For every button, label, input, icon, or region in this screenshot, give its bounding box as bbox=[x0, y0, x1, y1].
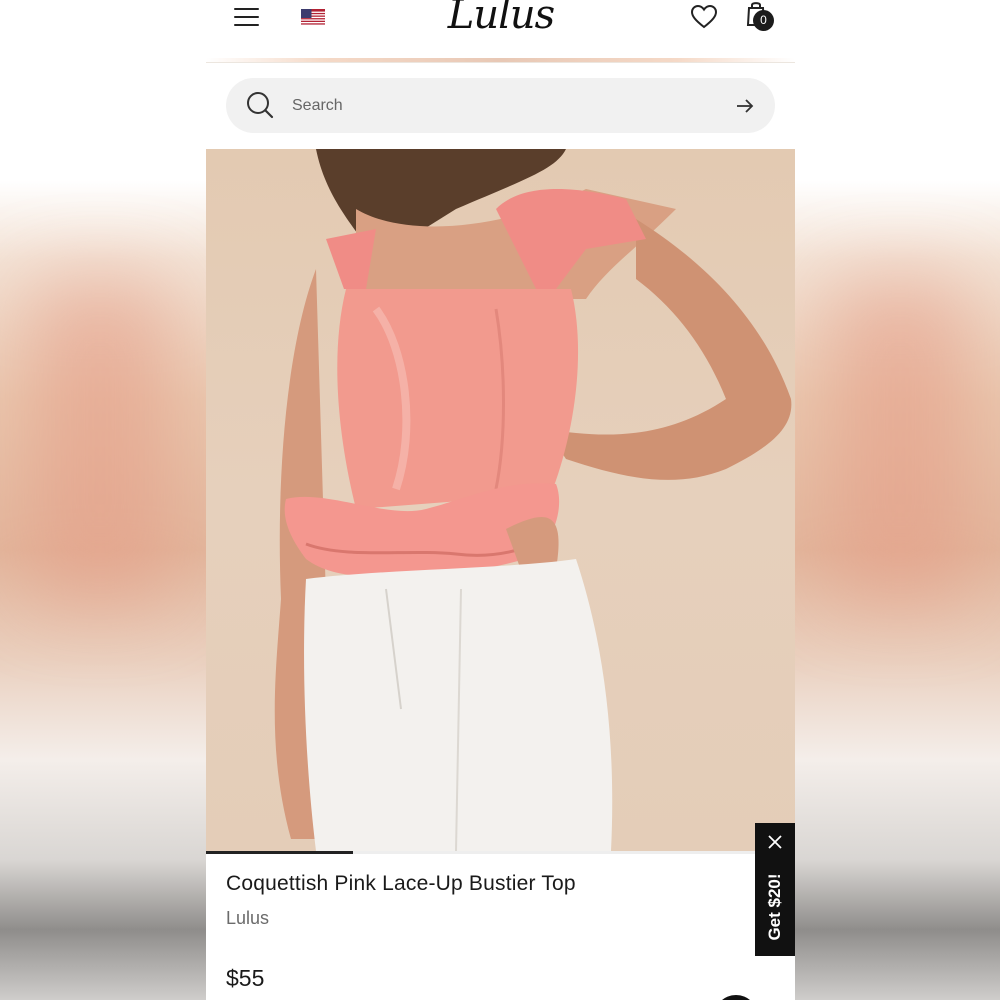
lulus-logo[interactable]: Lulus bbox=[446, 0, 556, 40]
promo-banner-strip bbox=[206, 58, 795, 62]
background-glow-right bbox=[830, 280, 970, 600]
us-flag-icon[interactable] bbox=[301, 9, 325, 26]
promo-label[interactable]: Get $20! bbox=[763, 849, 787, 965]
product-photo-illustration bbox=[274, 149, 792, 851]
image-carousel-indicator bbox=[206, 851, 795, 854]
product-price: $55 bbox=[226, 965, 265, 991]
promo-tab[interactable]: Get $20! bbox=[755, 823, 795, 956]
heart-icon[interactable] bbox=[690, 4, 718, 30]
close-icon[interactable] bbox=[768, 835, 782, 849]
site-header: Lulus 0 bbox=[206, 0, 795, 63]
product-title[interactable]: Coquettish Pink Lace-Up Bustier Top bbox=[226, 872, 746, 896]
search-bar[interactable] bbox=[226, 78, 775, 133]
background-glow-left bbox=[30, 280, 170, 600]
arrow-right-icon[interactable] bbox=[735, 96, 755, 116]
phone-screen: Lulus 0 Search Coquettish Pink Lace-Up B… bbox=[206, 0, 795, 1000]
product-brand[interactable]: Lulus bbox=[226, 908, 269, 929]
chat-button[interactable] bbox=[714, 995, 758, 1000]
search-input[interactable] bbox=[290, 92, 714, 120]
product-image[interactable] bbox=[206, 149, 795, 851]
hamburger-menu-icon[interactable] bbox=[234, 6, 260, 28]
search-icon[interactable] bbox=[246, 91, 274, 119]
carousel-progress-bar bbox=[206, 851, 354, 854]
bag-count-badge: 0 bbox=[753, 10, 774, 31]
logo-text: Lulus bbox=[447, 0, 555, 38]
